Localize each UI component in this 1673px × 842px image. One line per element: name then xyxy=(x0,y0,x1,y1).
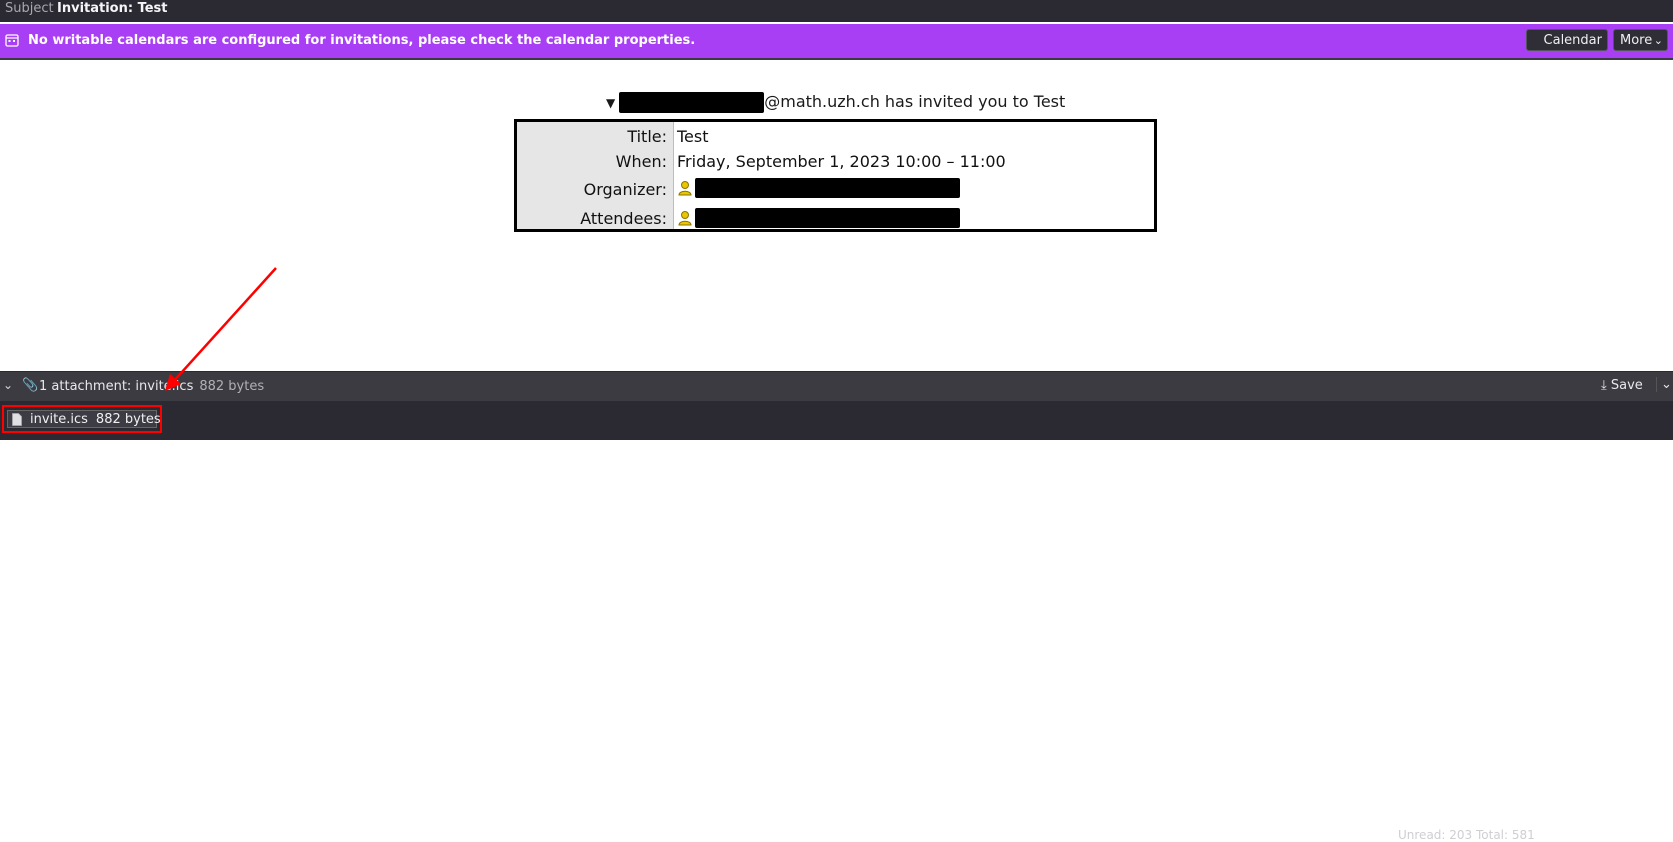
save-button-label: Save xyxy=(1610,378,1643,393)
save-button[interactable]: ⤓ Save xyxy=(1601,378,1643,393)
redacted-organizer xyxy=(695,177,960,198)
more-button-label: More xyxy=(1620,33,1653,48)
attachment-summary-size: 882 bytes xyxy=(199,379,265,394)
status-text: Unread: 203 Total: 581 xyxy=(1398,828,1535,842)
chevron-down-icon[interactable]: ⌄ xyxy=(3,378,13,392)
when-value: Friday, September 1, 2023 10:00 – 11:00 xyxy=(677,152,1006,171)
person-icon xyxy=(678,210,692,225)
title-label: Title: xyxy=(627,127,667,146)
file-icon xyxy=(12,413,22,426)
attachment-file-name: invite.ics xyxy=(30,412,88,427)
chevron-down-icon: ⌄ xyxy=(1653,34,1663,47)
more-button[interactable]: More ⌄ xyxy=(1613,29,1668,51)
calendar-button-label: Calendar xyxy=(1543,33,1602,48)
save-options-chevron-icon[interactable]: ⌄ xyxy=(1656,377,1672,392)
attachment-name: invite.ics 882 bytes xyxy=(30,412,161,427)
inviter-suffix: @math.uzh.ch has invited you to Test xyxy=(764,92,1066,111)
attachment-summary: 1 attachment: invite.ics 882 bytes xyxy=(39,379,264,394)
subject-label: Subject xyxy=(5,1,54,16)
attachment-summary-text: 1 attachment: invite.ics xyxy=(39,379,194,394)
notification-bar: No writable calendars are configured for… xyxy=(0,24,1673,58)
attachment-file-size: 882 bytes xyxy=(95,412,161,427)
attachment-bar[interactable]: ⌄ 📎 1 attachment: invite.ics 882 bytes ⤓ … xyxy=(0,371,1673,402)
calendar-icon xyxy=(5,34,19,47)
redacted-attendees xyxy=(695,207,960,228)
attendees-value xyxy=(677,207,960,228)
disclosure-triangle-icon[interactable]: ▼ xyxy=(606,96,615,110)
invitation-header: ▼ @math.uzh.ch has invited you to Test xyxy=(606,92,1065,113)
when-label: When: xyxy=(615,152,667,171)
paperclip-icon: 📎 xyxy=(22,378,39,393)
organizer-value xyxy=(677,177,960,198)
attachment-item[interactable]: invite.ics 882 bytes xyxy=(7,410,161,428)
invitation-details-table: Title: When: Organizer: Attendees: Test … xyxy=(514,119,1157,232)
organizer-label: Organizer: xyxy=(583,180,667,199)
divider xyxy=(0,58,1673,60)
labels-column: Title: When: Organizer: Attendees: xyxy=(517,122,674,229)
attachment-list: invite.ics 882 bytes Unread: 203 Total: 5… xyxy=(0,401,1673,842)
calendar-button[interactable]: Calendar xyxy=(1526,29,1608,51)
subject-header: Subject Invitation: Test xyxy=(0,0,1673,22)
attachment-item-highlight: invite.ics 882 bytes xyxy=(2,405,162,433)
subject-value: Invitation: Test xyxy=(57,1,168,16)
redacted-inviter xyxy=(619,92,765,113)
attendees-label: Attendees: xyxy=(580,209,667,228)
person-icon xyxy=(678,180,692,195)
title-value: Test xyxy=(677,127,709,146)
notification-message: No writable calendars are configured for… xyxy=(28,33,696,48)
